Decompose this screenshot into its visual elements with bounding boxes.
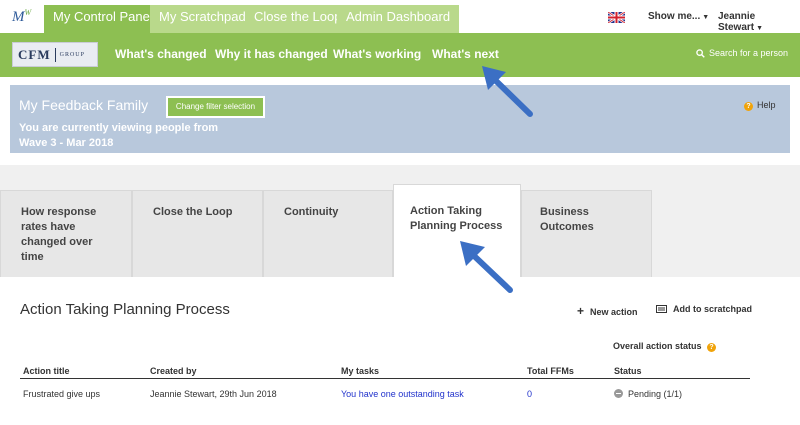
brand-divider	[54, 47, 56, 62]
add-to-scratchpad-button[interactable]: Add to scratchpad	[656, 304, 752, 314]
outstanding-task-link[interactable]: You have one outstanding task	[341, 389, 464, 399]
chevron-down-icon: ▼	[702, 14, 710, 21]
help-link[interactable]: ? Help	[744, 100, 776, 111]
tab-close-the-loop-report[interactable]: Close the Loop	[132, 190, 263, 277]
scratchpad-icon	[656, 305, 667, 313]
table-header-divider	[20, 378, 750, 379]
tab-response-rates[interactable]: How response rates have changed over tim…	[0, 190, 132, 277]
pending-status-icon	[614, 389, 623, 398]
column-header-created-by: Created by	[150, 366, 197, 376]
show-me-label: Show me...	[648, 11, 701, 22]
tab-close-the-loop[interactable]: Close the Loop	[245, 5, 351, 33]
feedback-family-title: My Feedback Family	[19, 97, 149, 113]
annotation-arrow-icon	[460, 241, 513, 293]
search-label: Search for a person	[709, 48, 789, 58]
nav-why-it-has-changed[interactable]: Why it has changed	[215, 47, 328, 61]
plus-icon: +	[577, 304, 585, 318]
column-header-total-ffms: Total FFMs	[527, 366, 574, 376]
help-label: Help	[757, 100, 776, 110]
tab-label: Continuity	[284, 206, 339, 218]
tab-label: Action Taking Planning Process	[410, 205, 503, 232]
column-header-action-title: Action title	[23, 366, 70, 376]
feedback-panel-wrapper: My Feedback Family Change filter selecti…	[0, 77, 800, 165]
feedback-family-panel: My Feedback Family Change filter selecti…	[10, 85, 790, 153]
chevron-down-icon: ▼	[756, 25, 764, 32]
cell-status: Pending (1/1)	[614, 389, 682, 399]
cell-action-title: Frustrated give ups	[23, 389, 101, 399]
new-action-label: New action	[590, 307, 638, 317]
nav-whats-changed[interactable]: What's changed	[115, 47, 207, 61]
help-icon: ?	[744, 102, 753, 111]
tab-admin-dashboard[interactable]: Admin Dashboard	[337, 5, 460, 33]
app-logo[interactable]: MW	[12, 8, 31, 26]
top-bar: MW My Control Panel My Scratchpad Close …	[0, 0, 800, 33]
brand-name: CFM	[18, 46, 51, 62]
tab-my-scratchpad[interactable]: My Scratchpad	[150, 5, 255, 33]
show-me-menu[interactable]: Show me... ▼	[648, 11, 709, 22]
column-header-my-tasks: My tasks	[341, 366, 380, 376]
action-planning-content: Action Taking Planning Process + New acti…	[0, 277, 800, 425]
help-icon[interactable]: ?	[707, 343, 717, 352]
main-nav: CFM GROUP What's changed Why it has chan…	[0, 33, 800, 77]
annotation-arrow-icon	[482, 66, 533, 117]
tab-business-outcomes[interactable]: Business Outcomes	[521, 190, 652, 277]
nav-whats-working[interactable]: What's working	[333, 47, 421, 61]
new-action-button[interactable]: + New action	[577, 304, 638, 318]
tab-label: How response rates have changed over tim…	[21, 206, 97, 263]
change-filter-button[interactable]: Change filter selection	[166, 96, 265, 118]
overall-status-label: Overall action status	[613, 341, 702, 351]
section-title: Action Taking Planning Process	[20, 301, 230, 318]
column-header-status: Status	[614, 366, 642, 376]
status-label: Pending (1/1)	[628, 389, 683, 399]
total-ffms-link[interactable]: 0	[527, 389, 532, 399]
overall-action-status: Overall action status ?	[613, 341, 720, 352]
brand-group: GROUP	[59, 51, 85, 58]
report-tabs: How response rates have changed over tim…	[0, 184, 800, 277]
add-scratchpad-label: Add to scratchpad	[673, 304, 753, 314]
nav-whats-next[interactable]: What's next	[432, 47, 499, 61]
user-name: Jeannie Stewart	[718, 11, 756, 33]
tab-continuity[interactable]: Continuity	[263, 190, 393, 277]
cell-created-by: Jeannie Stewart, 29th Jun 2018	[150, 389, 277, 399]
search-icon	[696, 49, 705, 58]
wave-text: Wave 3 - Mar 2018	[19, 137, 114, 149]
tab-my-control-panel[interactable]: My Control Panel	[44, 5, 162, 33]
user-menu[interactable]: Jeannie Stewart ▼	[718, 11, 800, 33]
brand-logo: CFM GROUP	[12, 42, 98, 67]
tab-label: Close the Loop	[153, 206, 233, 218]
search-person[interactable]: Search for a person	[696, 48, 788, 58]
tab-label: Business Outcomes	[540, 206, 594, 233]
uk-flag-icon[interactable]	[608, 12, 625, 23]
viewing-text: You are currently viewing people from	[19, 122, 219, 134]
